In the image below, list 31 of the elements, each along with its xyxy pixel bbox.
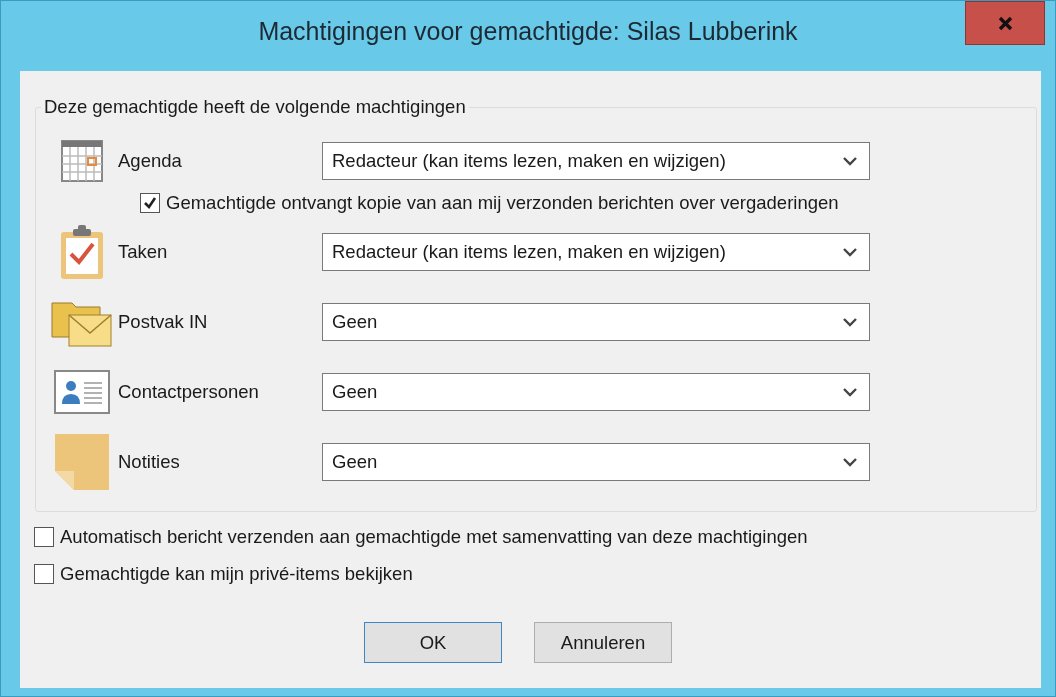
chevron-down-icon (843, 457, 857, 467)
close-icon (997, 15, 1013, 31)
checkbox-label[interactable]: Gemachtigde ontvangt kopie van aan mij verzonden berichten over vergaderingen (166, 191, 839, 214)
sticky-note-icon (54, 433, 110, 491)
contact-card-icon (54, 370, 110, 414)
checkbox[interactable] (34, 526, 54, 547)
folder-label: Postvak IN (118, 311, 209, 333)
checkbox[interactable] (140, 192, 160, 213)
folder-label: Agenda (118, 150, 183, 172)
close-button[interactable] (965, 1, 1045, 45)
checkbox-label[interactable]: Automatisch bericht verzenden aan gemachtigde met samenvatting van deze machtigingen (60, 525, 808, 548)
permission-dropdown[interactable]: Geen (322, 443, 870, 481)
folder-label: Notities (118, 451, 181, 473)
clipboard-icon (59, 224, 105, 280)
permission-dropdown[interactable]: Geen (322, 373, 870, 411)
group-legend: Deze gemachtigde heeft de volgende machtigingen (41, 96, 469, 118)
chevron-down-icon (843, 156, 857, 166)
cancel-button[interactable]: Annuleren (534, 622, 672, 663)
chevron-down-icon (843, 247, 857, 257)
folder-label: Taken (118, 241, 169, 263)
permission-dropdown[interactable]: Geen (322, 303, 870, 341)
ok-button[interactable]: OK (364, 622, 502, 663)
calendar-icon (61, 140, 103, 182)
permission-dropdown[interactable]: Redacteur (kan items lezen, maken en wijzigen) (322, 233, 870, 271)
chevron-down-icon (843, 387, 857, 397)
permission-dropdown[interactable]: Redacteur (kan items lezen, maken en wijzigen) (322, 142, 870, 180)
folder-label: Contactpersonen (118, 381, 260, 403)
chevron-down-icon (843, 317, 857, 327)
checkbox[interactable] (34, 563, 54, 584)
window-title: Machtigingen voor gemachtigde: Silas Lubberink (258, 16, 798, 46)
checkbox-label[interactable]: Gemachtigde kan mijn privé-items bekijken (60, 562, 413, 585)
